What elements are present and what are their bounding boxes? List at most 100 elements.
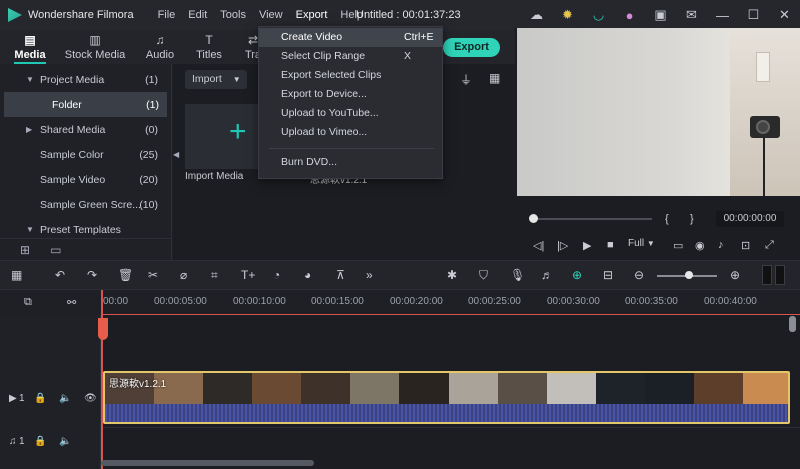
crop-icon[interactable]: ⌗ xyxy=(211,268,218,283)
lock-icon[interactable]: 🔒 xyxy=(34,436,46,447)
profile-icon[interactable]: ● xyxy=(614,8,645,23)
lock-icon[interactable]: 🔒 xyxy=(34,393,46,404)
mark-out-button[interactable]: } xyxy=(690,213,694,225)
video-track-number: 1 xyxy=(19,393,25,404)
menu-item-export-selected-clips[interactable]: Export Selected Clips xyxy=(259,66,442,85)
tab-media[interactable]: ▤ Media xyxy=(10,30,50,64)
add-track-icon[interactable]: ⧉ xyxy=(24,296,32,309)
horizontal-scrollbar[interactable] xyxy=(101,460,314,466)
menu-file[interactable]: File xyxy=(158,9,176,21)
cut-icon[interactable]: ✂ xyxy=(148,268,158,282)
speaker-icon[interactable]: 🔈 xyxy=(59,393,71,404)
playhead[interactable] xyxy=(101,290,103,469)
grid-view-icon[interactable]: ▦ xyxy=(489,71,500,85)
sidebar-item-folder[interactable]: Folder (1) xyxy=(4,92,167,117)
export-dropdown-menu: Create Video Ctrl+E Select Clip Range X … xyxy=(258,26,443,179)
timeline-toolbar: ▦ ↶ ↷ 🗑 ✂ ⌀ ⌗ T+ ◔ ◕ ⊼ » ✱ ⛉ 🎙 ♬ ⊕ ⊟ ⊖ ⊕ xyxy=(0,260,800,290)
sidebar-item-sample-video[interactable]: Sample Video (20) xyxy=(0,167,170,192)
fit-icon[interactable]: ⊟ xyxy=(603,268,613,282)
layout-toggle-b[interactable] xyxy=(775,265,785,285)
export-button[interactable]: Export xyxy=(443,38,500,57)
layout-icon[interactable]: ▦ xyxy=(11,268,22,282)
redo-icon[interactable]: ↷ xyxy=(87,268,97,282)
filter-icon[interactable]: ⏚ xyxy=(460,71,472,88)
ruler-head: ⧉ ⚯ xyxy=(0,290,101,315)
speaker-icon[interactable]: 🔈 xyxy=(59,436,71,447)
minimize-icon[interactable]: — xyxy=(707,8,738,23)
stop-icon[interactable]: ■ xyxy=(607,239,614,251)
timeline-ruler[interactable]: 00:00 00:00:05:00 00:00:10:00 00:00:15:0… xyxy=(0,290,800,315)
undo-icon[interactable]: ↶ xyxy=(55,268,65,282)
menu-tools[interactable]: Tools xyxy=(220,9,246,21)
menu-edit[interactable]: Edit xyxy=(188,9,207,21)
tab-stock-media[interactable]: ▥ Stock Media xyxy=(64,30,126,64)
sidebar-item-project-media[interactable]: ▼ Project Media (1) xyxy=(0,67,170,92)
import-dropdown[interactable]: Import ▼ xyxy=(185,70,247,89)
scrub-handle[interactable] xyxy=(529,214,538,223)
play-icon[interactable]: ▶ xyxy=(583,239,591,252)
zoom-out-icon[interactable]: ⊖ xyxy=(634,268,644,282)
folder-icon[interactable]: ▭ xyxy=(50,243,61,257)
menu-view[interactable]: View xyxy=(259,9,283,21)
preview-scrubber: { } 00:00:00:00 xyxy=(515,209,800,229)
volume-icon[interactable]: ♪ xyxy=(718,239,724,251)
expand-icon[interactable]: ⤢ xyxy=(765,239,774,252)
zoom-slider-handle[interactable] xyxy=(685,271,693,279)
quality-dropdown[interactable]: Full ▼ xyxy=(628,238,655,249)
video-clip[interactable]: 思源軟v1.2.1 xyxy=(103,371,790,424)
menu-item-upload-vimeo[interactable]: Upload to Vimeo... xyxy=(259,123,442,142)
sidebar-item-sample-color[interactable]: Sample Color (25) xyxy=(0,142,170,167)
tab-titles[interactable]: T Titles xyxy=(193,30,225,64)
save-icon[interactable]: ▣ xyxy=(645,7,676,23)
text-icon[interactable]: T+ xyxy=(241,268,255,282)
cloud-icon[interactable]: ☁ xyxy=(521,7,552,23)
menu-item-upload-youtube[interactable]: Upload to YouTube... xyxy=(259,104,442,123)
vertical-scrollbar[interactable] xyxy=(789,316,796,332)
sidebar-footer: ⊞ ▭ xyxy=(0,238,172,260)
snap-icon[interactable]: ⊕ xyxy=(572,268,582,282)
maximize-icon[interactable]: ☐ xyxy=(738,7,769,23)
support-icon[interactable]: ◡ xyxy=(583,7,614,23)
scrub-track[interactable] xyxy=(532,218,652,220)
menu-item-export-to-device[interactable]: Export to Device... xyxy=(259,85,442,104)
layout-toggle-a[interactable] xyxy=(762,265,772,285)
transitions-icon: ⇄ xyxy=(247,32,259,47)
bulb-icon[interactable]: ✹ xyxy=(552,7,583,23)
chevron-down-icon: ▼ xyxy=(232,75,241,84)
chevron-right-icon: ▶ xyxy=(26,125,33,134)
eye-icon[interactable]: 👁 xyxy=(84,393,97,404)
playhead-handle[interactable] xyxy=(98,318,108,340)
monitor-icon[interactable]: ▭ xyxy=(673,239,683,252)
menu-export[interactable]: Export xyxy=(296,9,328,21)
stabilize-icon[interactable]: ⊼ xyxy=(336,268,345,282)
color-icon[interactable]: ◕ xyxy=(304,268,311,282)
new-folder-icon[interactable]: ⊞ xyxy=(20,243,30,257)
play-frame-icon[interactable]: |▷ xyxy=(557,239,568,252)
more-icon[interactable]: » xyxy=(366,268,373,282)
link-icon[interactable]: ⚯ xyxy=(67,296,76,309)
collapse-panel-icon[interactable]: ◀ xyxy=(173,150,181,170)
mark-in-button[interactable]: { xyxy=(665,213,669,225)
marker-icon[interactable]: ⛉ xyxy=(479,268,488,283)
sidebar-item-shared-media[interactable]: ▶ Shared Media (0) xyxy=(0,117,170,142)
tag-icon[interactable]: ⌀ xyxy=(180,268,187,282)
snapshot-icon[interactable]: ◉ xyxy=(695,239,705,252)
speed-icon[interactable]: ◔ xyxy=(273,268,280,282)
close-icon[interactable]: ✕ xyxy=(769,7,800,23)
sidebar-item-sample-green-screen[interactable]: Sample Green Scre... (10) xyxy=(0,192,170,217)
menu-item-create-video[interactable]: Create Video Ctrl+E xyxy=(259,28,442,47)
step-back-icon[interactable]: ◁| xyxy=(533,239,544,252)
fullscreen-icon[interactable]: ⊡ xyxy=(741,239,750,252)
tab-audio[interactable]: ♫ Audio xyxy=(143,30,177,64)
filmora-logo-icon xyxy=(8,8,22,22)
menu-item-select-clip-range[interactable]: Select Clip Range X xyxy=(259,47,442,66)
track-divider xyxy=(101,427,800,428)
zoom-in-icon[interactable]: ⊕ xyxy=(730,268,740,282)
mixer-icon[interactable]: ♬ xyxy=(541,268,553,282)
mic-icon[interactable]: 🎙 xyxy=(510,268,525,282)
render-icon[interactable]: ✱ xyxy=(447,268,457,282)
menu-item-burn-dvd[interactable]: Burn DVD... xyxy=(259,153,442,172)
playback-controls: ◁| |▷ ▶ ■ Full ▼ ▭ ◉ ♪ ⊡ ⤢ xyxy=(515,235,800,255)
mail-icon[interactable]: ✉ xyxy=(676,7,707,23)
delete-icon[interactable]: 🗑 xyxy=(118,268,133,282)
